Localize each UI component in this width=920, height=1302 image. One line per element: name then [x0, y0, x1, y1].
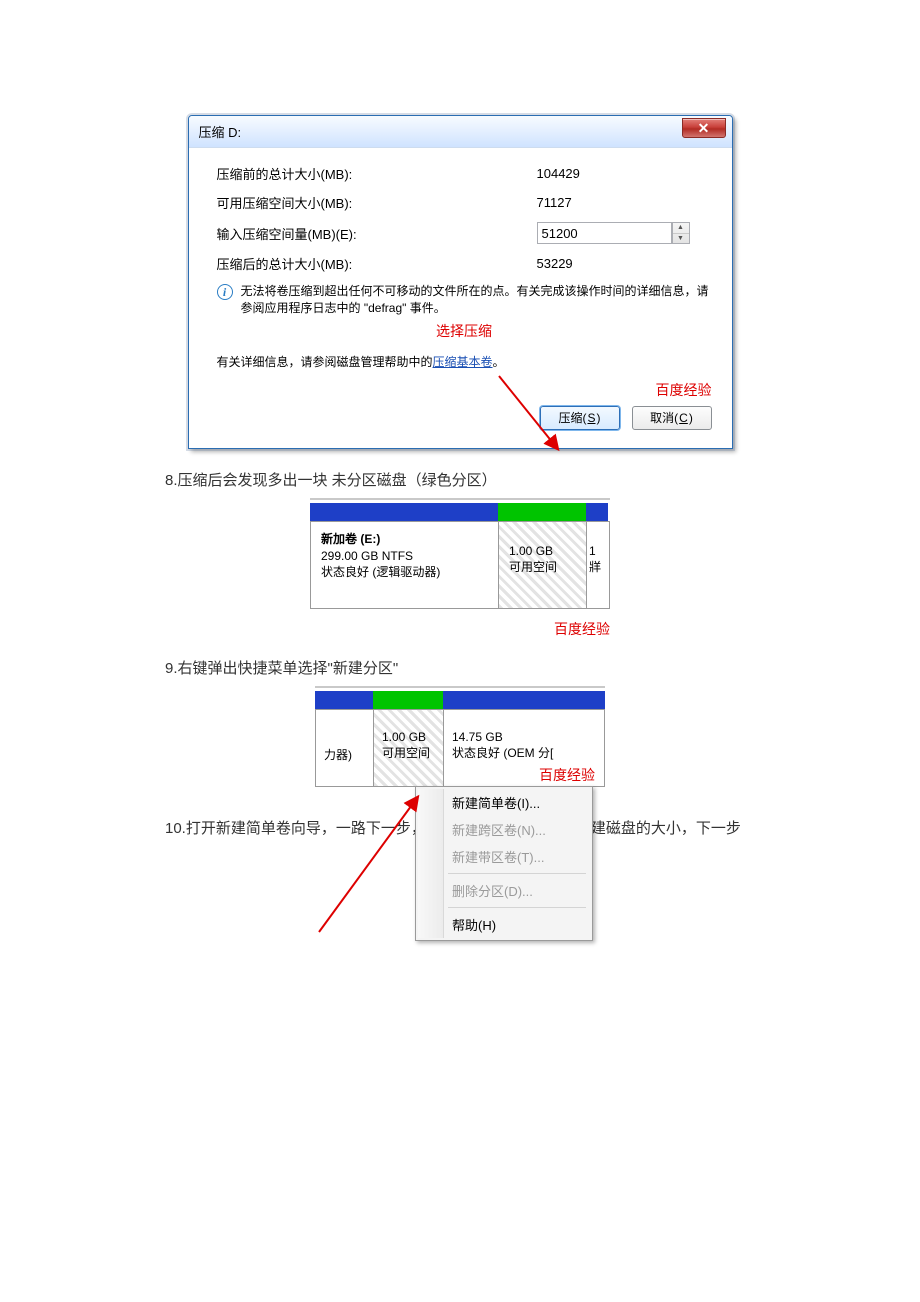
btn-ok-key: S — [587, 411, 595, 425]
close-button[interactable]: ✕ — [682, 118, 726, 138]
disk-segment-green — [373, 691, 443, 709]
volume-partial-left[interactable]: 力器) — [316, 710, 374, 786]
watermark: 百度经验 — [217, 380, 712, 400]
menu-delete-partition: 删除分区(D)... — [418, 877, 590, 904]
shrink-dialog: 压缩 D: ✕ 压缩前的总计大小(MB): 104429 可用压缩空间大小(MB… — [188, 115, 733, 449]
menu-new-simple-volume[interactable]: 新建简单卷(I)... — [418, 789, 590, 816]
help-line: 有关详细信息，请参阅磁盘管理帮助中的压缩基本卷。 — [217, 353, 712, 370]
disk-map-2: 力器) 1.00 GB 可用空间 14.75 GB 状态良好 (OEM 分[ 新… — [315, 686, 605, 787]
btn-ok-suffix: ) — [597, 411, 601, 425]
label-available: 可用压缩空间大小(MB): — [217, 193, 537, 212]
dialog-title: 压缩 D: — [199, 122, 242, 141]
btn-ok-prefix: 压缩( — [558, 409, 586, 426]
disk-map-1: 新加卷 (E:) 299.00 GB NTFS 状态良好 (逻辑驱动器) 1.0… — [310, 498, 610, 639]
volume-status: 可用空间 — [382, 744, 435, 761]
label-total-after: 压缩后的总计大小(MB): — [217, 254, 537, 273]
btn-cancel-suffix: ) — [689, 411, 693, 425]
menu-separator — [448, 873, 586, 874]
volume-text: 1 — [589, 544, 607, 558]
label-total-before: 压缩前的总计大小(MB): — [217, 164, 537, 183]
spinner-down-icon[interactable]: ▼ — [673, 234, 689, 244]
value-total-before: 104429 — [537, 166, 580, 181]
volume-unallocated[interactable]: 1.00 GB 可用空间 — [499, 522, 587, 608]
help-suffix: 。 — [493, 355, 505, 369]
menu-new-striped-volume: 新建带区卷(T)... — [418, 843, 590, 870]
step-8-text: 8.压缩后会发现多出一块 未分区磁盘（绿色分区） — [165, 469, 775, 490]
shrink-amount-input[interactable] — [537, 222, 672, 244]
disk-segment-blue — [310, 503, 498, 521]
context-menu: 新建简单卷(I)... 新建跨区卷(N)... 新建带区卷(T)... 删除分区… — [415, 786, 593, 941]
volume-size: 1.00 GB — [382, 730, 435, 744]
volume-text: 牂 — [589, 558, 607, 575]
volume-status: 状态良好 (OEM 分[ — [452, 744, 596, 761]
menu-separator — [448, 907, 586, 908]
btn-cancel-prefix: 取消( — [650, 409, 678, 426]
label-input-amount: 输入压缩空间量(MB)(E): — [217, 224, 537, 243]
spinner-up-icon[interactable]: ▲ — [673, 223, 689, 234]
info-icon: i — [217, 284, 233, 300]
help-prefix: 有关详细信息，请参阅磁盘管理帮助中的 — [217, 355, 433, 369]
arrow-annotation-icon — [303, 786, 433, 936]
volume-size: 299.00 GB NTFS — [321, 549, 488, 563]
volume-title: 新加卷 (E:) — [321, 530, 488, 547]
annotation-select-shrink: 选择压缩 — [217, 321, 712, 341]
shrink-button[interactable]: 压缩(S) — [540, 406, 620, 430]
watermark: 百度经验 — [539, 765, 595, 785]
help-link[interactable]: 压缩基本卷 — [433, 355, 493, 369]
disk-segment-blue — [586, 503, 608, 521]
volume-text: 力器) — [324, 746, 365, 763]
menu-new-spanned-volume: 新建跨区卷(N)... — [418, 816, 590, 843]
volume-status: 状态良好 (逻辑驱动器) — [321, 563, 488, 580]
value-available: 71127 — [537, 195, 572, 210]
disk-segment-green — [498, 503, 586, 521]
volume-size: 1.00 GB — [509, 544, 576, 558]
volume-status: 可用空间 — [509, 558, 576, 575]
disk-segment-blue — [443, 691, 605, 709]
step-9-text: 9.右键弹出快捷菜单选择"新建分区" — [165, 657, 775, 678]
menu-help[interactable]: 帮助(H) — [418, 911, 590, 938]
value-total-after: 53229 — [537, 256, 573, 271]
btn-cancel-key: C — [679, 411, 688, 425]
spinner-control[interactable]: ▲ ▼ — [672, 222, 690, 244]
volume-e[interactable]: 新加卷 (E:) 299.00 GB NTFS 状态良好 (逻辑驱动器) — [311, 522, 499, 608]
volume-size: 14.75 GB — [452, 730, 596, 744]
cancel-button[interactable]: 取消(C) — [632, 406, 712, 430]
watermark: 百度经验 — [310, 619, 610, 639]
volume-unallocated[interactable]: 1.00 GB 可用空间 — [374, 710, 444, 786]
volume-partial[interactable]: 1 牂 — [587, 522, 609, 608]
close-icon: ✕ — [698, 120, 710, 137]
dialog-titlebar: 压缩 D: ✕ — [189, 116, 732, 148]
info-text: 无法将卷压缩到超出任何不可移动的文件所在的点。有关完成该操作时间的详细信息，请参… — [241, 283, 712, 317]
disk-segment-blue — [315, 691, 373, 709]
